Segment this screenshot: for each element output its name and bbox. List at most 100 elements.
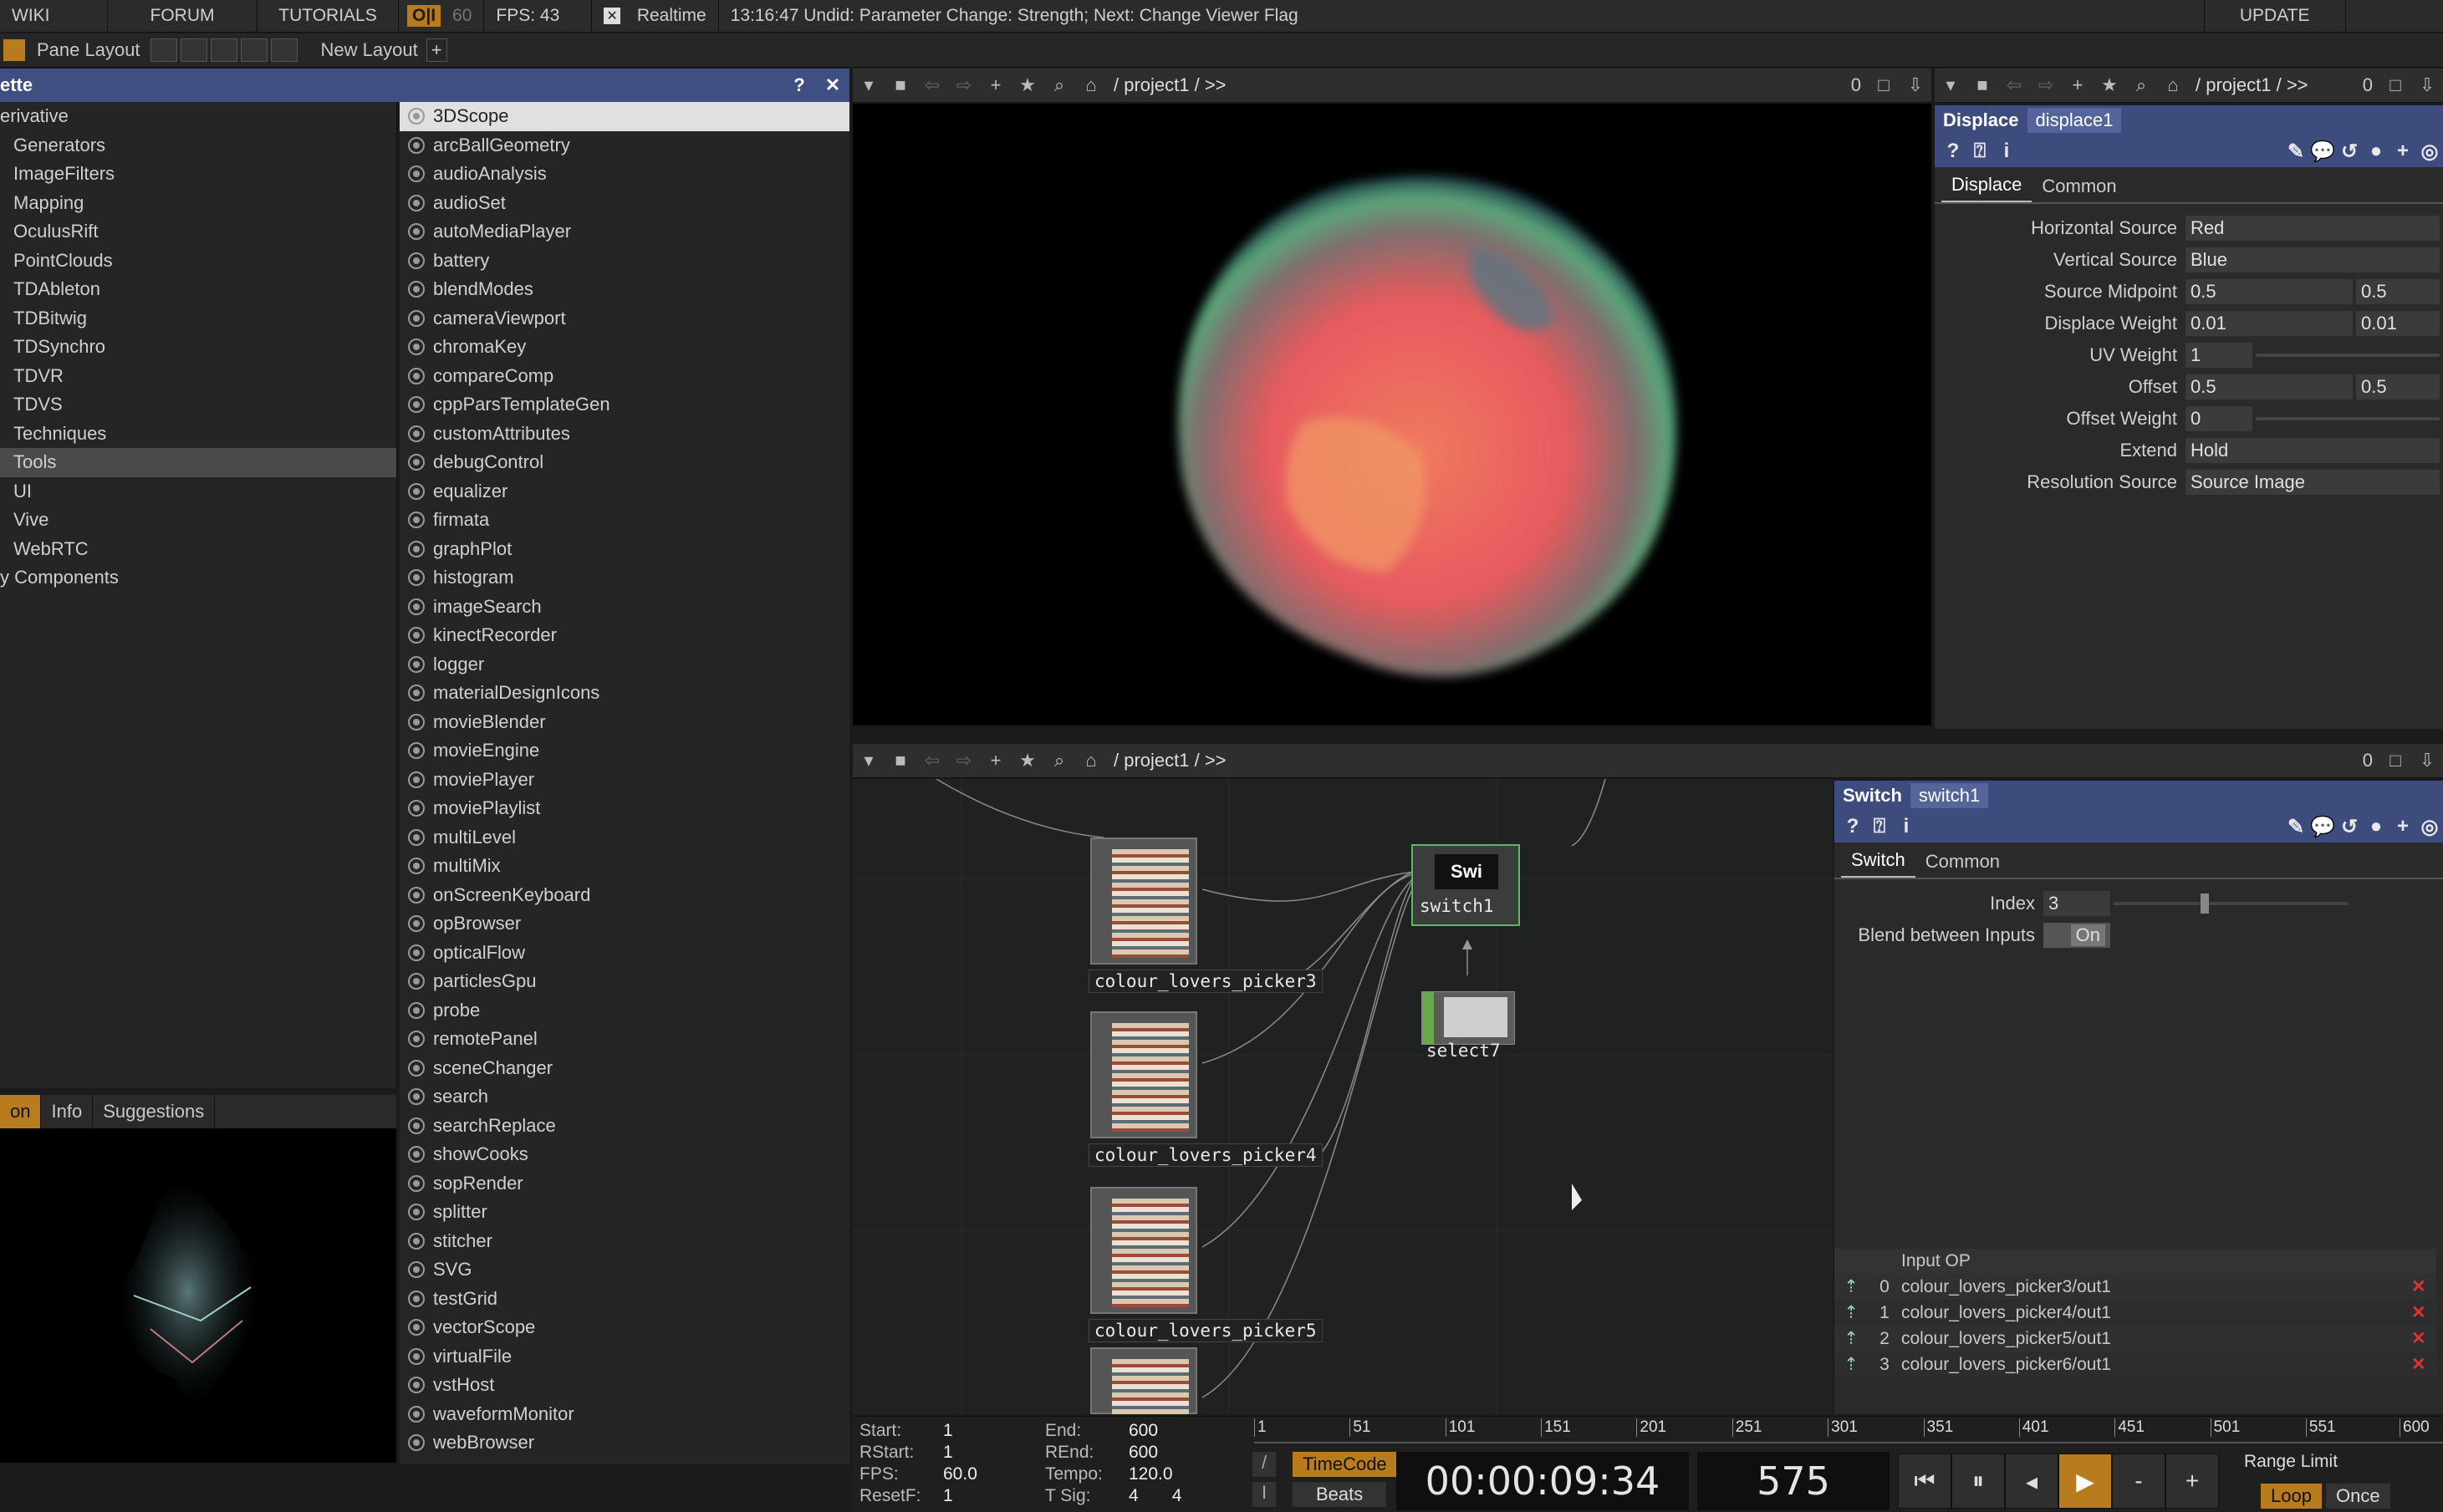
category-item[interactable]: PointClouds xyxy=(0,247,396,276)
update-button[interactable]: UPDATE xyxy=(2205,0,2346,32)
forward-icon[interactable]: ⇨ xyxy=(2030,69,2062,102)
bookmark-star-icon[interactable]: ★ xyxy=(2094,69,2125,102)
input-op-path[interactable]: colour_lovers_picker4/out1 xyxy=(1901,1303,2411,1323)
split-down-icon[interactable]: ⇩ xyxy=(2411,69,2443,102)
component-item[interactable]: virtualFile xyxy=(400,1342,849,1372)
component-item[interactable]: imageSearch xyxy=(400,593,849,622)
drag-handle-icon[interactable]: ⇡ xyxy=(1834,1302,1868,1323)
pane-type-icon[interactable]: ■ xyxy=(1966,69,1998,102)
tutorials-link[interactable]: TUTORIALS xyxy=(258,0,399,32)
decrement-button[interactable]: - xyxy=(2112,1453,2165,1509)
operator-name-field[interactable]: switch1 xyxy=(1910,783,1989,808)
layout-split-horizontal-button[interactable] xyxy=(210,38,237,62)
component-item[interactable]: particlesGpu xyxy=(400,967,849,996)
component-item[interactable]: equalizer xyxy=(400,477,849,507)
category-item[interactable]: WebRTC xyxy=(0,535,396,564)
search-icon[interactable]: ⌕ xyxy=(1043,69,1075,102)
target-icon[interactable]: ◎ xyxy=(2416,138,2443,165)
component-item[interactable]: debugControl xyxy=(400,448,849,477)
pane-type-icon[interactable]: ■ xyxy=(885,69,916,102)
forum-link[interactable]: FORUM xyxy=(108,0,258,32)
component-item[interactable]: vectorScope xyxy=(400,1313,849,1342)
component-item[interactable]: kinectRecorder xyxy=(400,621,849,650)
maximize-icon[interactable]: □ xyxy=(1868,69,1900,102)
reset-icon[interactable]: ↺ xyxy=(2336,138,2363,165)
component-item[interactable]: arcBallGeometry xyxy=(400,131,849,160)
colour-lovers-picker5-node[interactable] xyxy=(1090,1187,1197,1314)
tab-suggestions[interactable]: Suggestions xyxy=(93,1095,216,1128)
component-item[interactable]: cppParsTemplateGen xyxy=(400,390,849,420)
param-value-field[interactable]: 0.5 xyxy=(2185,374,2353,400)
skip-to-start-icon[interactable]: ⏮ xyxy=(1898,1453,1951,1509)
component-item[interactable]: opBrowser xyxy=(400,909,849,939)
perf-monitor-button[interactable]: O|I xyxy=(407,5,441,27)
component-item[interactable]: search xyxy=(400,1082,849,1112)
palette-close-button[interactable]: ✕ xyxy=(816,74,849,96)
increment-button[interactable]: + xyxy=(2165,1453,2219,1509)
resetf-value[interactable]: 1 xyxy=(943,1486,953,1505)
layout-four-button[interactable] xyxy=(270,38,298,62)
colour-lovers-picker3-node[interactable] xyxy=(1090,837,1197,965)
layout-three-button[interactable] xyxy=(240,38,268,62)
pause-icon[interactable]: ⏸ xyxy=(1951,1453,2005,1509)
timecode-button[interactable]: TimeCode xyxy=(1293,1452,1397,1477)
component-item[interactable]: graphPlot xyxy=(400,535,849,564)
rstart-value[interactable]: 1 xyxy=(943,1443,953,1462)
remove-input-icon[interactable]: ✕ xyxy=(2411,1328,2436,1349)
colour-lovers-picker6-node[interactable] xyxy=(1090,1347,1197,1414)
component-item[interactable]: moviePlaylist xyxy=(400,794,849,823)
component-item[interactable]: splitter xyxy=(400,1198,849,1227)
edit-pencil-icon[interactable]: ✎ xyxy=(2282,138,2309,165)
category-item[interactable]: ImageFilters xyxy=(0,160,396,189)
param-pane-path[interactable]: / project1 / >> xyxy=(2196,74,2308,96)
drag-handle-icon[interactable]: ⇡ xyxy=(1834,1328,1868,1349)
input-op-path[interactable]: colour_lovers_picker3/out1 xyxy=(1901,1277,2411,1297)
pane-menu-icon[interactable]: ▾ xyxy=(853,69,885,102)
network-editor[interactable]: colour_lovers_picker3 colour_lovers_pick… xyxy=(853,779,1833,1414)
viewer-path[interactable]: / project1 / >> xyxy=(1114,74,1227,96)
component-item[interactable]: showCooks xyxy=(400,1140,849,1169)
component-item[interactable]: movieBlender xyxy=(400,708,849,737)
search-icon[interactable]: ⌕ xyxy=(2125,69,2157,102)
tempo-value[interactable]: 120.0 xyxy=(1129,1464,1173,1484)
component-item[interactable]: compareComp xyxy=(400,362,849,391)
component-item[interactable]: materialDesignIcons xyxy=(400,679,849,708)
pane-menu-icon[interactable]: ▾ xyxy=(853,744,885,777)
start-value[interactable]: 1 xyxy=(943,1421,953,1440)
category-item[interactable]: Vive xyxy=(0,506,396,535)
category-item[interactable]: Generators xyxy=(0,131,396,160)
remove-input-icon[interactable]: ✕ xyxy=(2411,1354,2436,1375)
pane-type-icon[interactable]: ■ xyxy=(885,744,916,777)
edit-pencil-icon[interactable]: ✎ xyxy=(2282,813,2309,840)
category-item[interactable]: erivative xyxy=(0,102,396,131)
param-value-field[interactable]: 0.01 xyxy=(2356,311,2440,336)
comment-icon[interactable]: 💬 xyxy=(2309,138,2336,165)
component-item[interactable]: moviePlayer xyxy=(400,766,849,795)
colour-lovers-picker4-node[interactable] xyxy=(1090,1011,1197,1138)
home-icon[interactable]: ⌂ xyxy=(1075,744,1107,777)
component-item[interactable]: searchReplace xyxy=(400,1112,849,1141)
back-icon[interactable]: ⇦ xyxy=(916,69,948,102)
component-item[interactable]: firmata xyxy=(400,506,849,535)
category-item[interactable]: y Components xyxy=(0,563,396,593)
component-item[interactable]: remotePanel xyxy=(400,1025,849,1054)
category-item[interactable]: TDBitwig xyxy=(0,304,396,333)
play-icon[interactable]: ▶ xyxy=(2058,1453,2112,1509)
component-item[interactable]: chromaKey xyxy=(400,333,849,362)
index-field[interactable]: 3 xyxy=(2043,891,2110,916)
component-item[interactable]: cameraViewport xyxy=(400,304,849,333)
settings-icon[interactable]: ● xyxy=(2363,813,2389,840)
timecode-mode-icon[interactable]: / xyxy=(1252,1452,1276,1477)
param-slider[interactable] xyxy=(2256,417,2440,420)
palette-help-button[interactable]: ? xyxy=(783,74,816,96)
tab-description[interactable]: on xyxy=(0,1095,42,1128)
component-item[interactable]: multiLevel xyxy=(400,823,849,853)
param-value-field[interactable]: Red xyxy=(2185,216,2440,241)
timeline-ruler[interactable]: 1 51 101 151 201 251 301 351 401 451 501 551 600 xyxy=(1254,1418,2443,1443)
component-item[interactable]: webBrowser xyxy=(400,1428,849,1458)
info-icon[interactable]: i xyxy=(1993,138,2020,165)
drag-handle-icon[interactable]: ⇡ xyxy=(1834,1354,1868,1375)
component-item[interactable]: blendModes xyxy=(400,275,849,304)
component-item[interactable]: autoMediaPlayer xyxy=(400,217,849,247)
component-item[interactable]: testGrid xyxy=(400,1285,849,1314)
